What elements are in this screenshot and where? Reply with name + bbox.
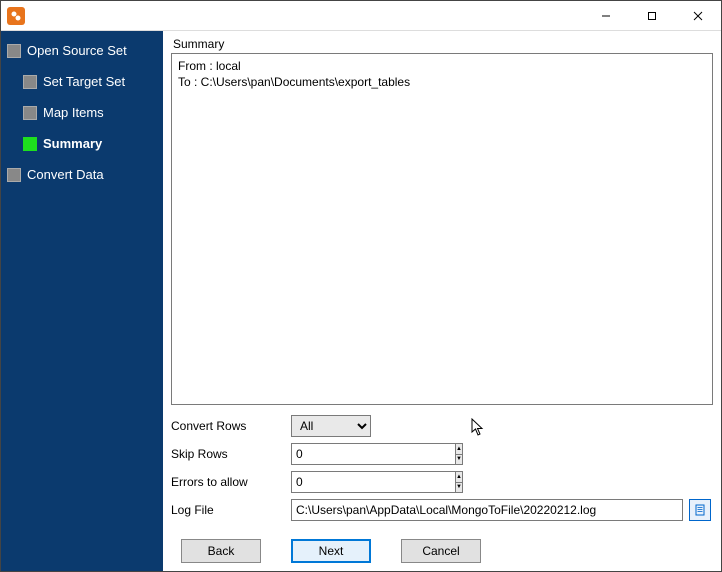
errors-allow-label: Errors to allow [171,475,291,489]
maximize-button[interactable] [629,1,675,30]
app-icon [7,7,25,25]
next-button[interactable]: Next [291,539,371,563]
document-icon [694,504,706,516]
step-box-icon [23,137,37,151]
window-controls [583,1,721,30]
errors-allow-input[interactable] [291,471,455,493]
sidebar-item-label: Set Target Set [43,74,125,89]
close-button[interactable] [675,1,721,30]
main-panel: Summary From : local To : C:\Users\pan\D… [163,31,721,571]
step-box-icon [7,168,21,182]
convert-rows-select[interactable]: All [291,415,371,437]
spinner-down-icon[interactable]: ▼ [456,483,462,493]
wizard-buttons: Back Next Cancel [171,535,713,563]
spinner-down-icon[interactable]: ▼ [456,455,462,465]
body: Open Source Set Set Target Set Map Items… [1,31,721,571]
step-box-icon [23,106,37,120]
sidebar-item-label: Convert Data [27,167,104,182]
spinner-up-icon[interactable]: ▲ [456,444,462,455]
step-box-icon [23,75,37,89]
sidebar-item-map-items[interactable]: Map Items [21,103,159,122]
skip-rows-spinner: ▲ ▼ [291,443,371,465]
convert-rows-label: Convert Rows [171,419,291,433]
skip-rows-label: Skip Rows [171,447,291,461]
sidebar-item-open-source-set[interactable]: Open Source Set [5,41,159,60]
skip-rows-cell: ▲ ▼ [291,443,683,465]
spinner-up-icon[interactable]: ▲ [456,472,462,483]
sidebar-item-summary[interactable]: Summary [21,134,159,153]
options-form: Convert Rows All Skip Rows ▲ ▼ [171,415,713,521]
section-label: Summary [171,35,713,53]
convert-rows-cell: All [291,415,683,437]
sidebar-item-label: Open Source Set [27,43,127,58]
sidebar-item-label: Summary [43,136,102,151]
errors-allow-spinner: ▲ ▼ [291,471,371,493]
titlebar [1,1,721,31]
cancel-button[interactable]: Cancel [401,539,481,563]
wizard-sidebar: Open Source Set Set Target Set Map Items… [1,31,163,571]
skip-rows-input[interactable] [291,443,455,465]
summary-textarea[interactable]: From : local To : C:\Users\pan\Documents… [171,53,713,405]
step-box-icon [7,44,21,58]
log-file-label: Log File [171,503,291,517]
sidebar-item-convert-data[interactable]: Convert Data [5,165,159,184]
app-window: Open Source Set Set Target Set Map Items… [0,0,722,572]
browse-log-button[interactable] [689,499,711,521]
sidebar-item-set-target-set[interactable]: Set Target Set [21,72,159,91]
back-button[interactable]: Back [181,539,261,563]
errors-allow-cell: ▲ ▼ [291,471,683,493]
sidebar-item-label: Map Items [43,105,104,120]
log-file-input[interactable] [291,499,683,521]
minimize-button[interactable] [583,1,629,30]
